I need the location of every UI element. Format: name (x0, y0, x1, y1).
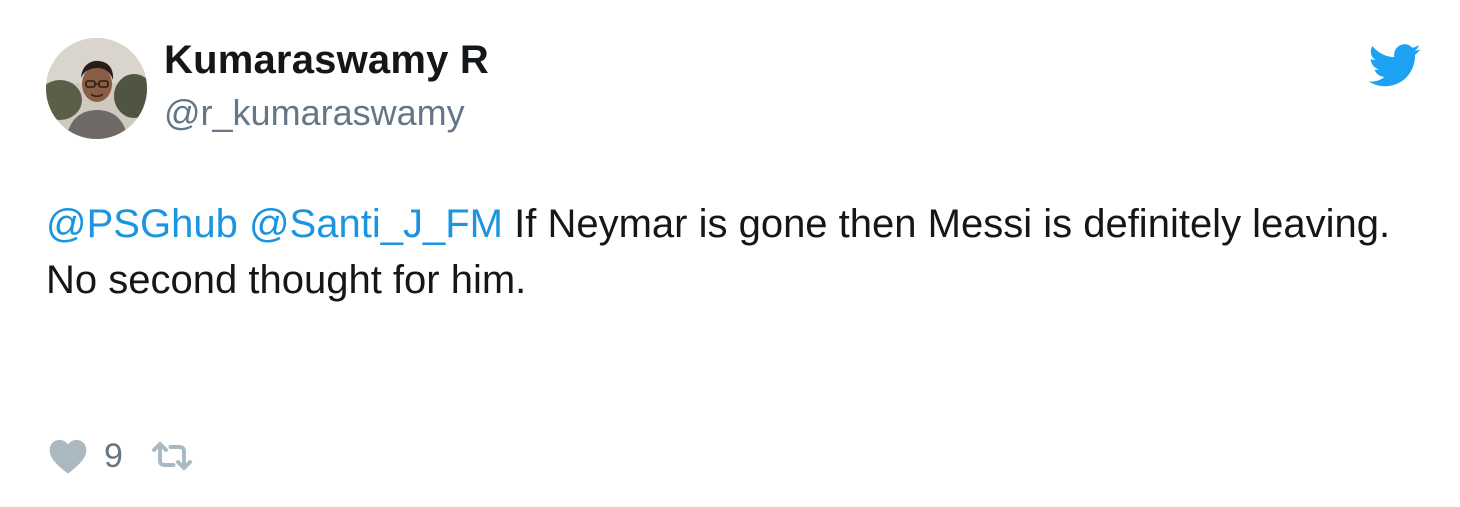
tweet-body: If Neymar is gone then Messi is definite… (46, 202, 1391, 302)
tweet-card: Kumaraswamy R @r_kumaraswamy @PSGhub @Sa… (0, 0, 1460, 507)
mention-link[interactable]: @PSGhub (46, 202, 238, 246)
avatar[interactable] (46, 38, 147, 139)
tweet-actions: 9 (48, 434, 193, 478)
mention-link[interactable]: @Santi_J_FM (249, 202, 503, 246)
like-count: 9 (104, 436, 123, 475)
author-handle[interactable]: @r_kumaraswamy (164, 92, 465, 134)
author-display-name[interactable]: Kumaraswamy R (164, 38, 489, 83)
twitter-bird-icon[interactable] (1368, 44, 1422, 88)
retweet-icon[interactable] (151, 440, 193, 472)
heart-icon[interactable] (48, 437, 88, 475)
tweet-text: @PSGhub @Santi_J_FM If Neymar is gone th… (46, 196, 1426, 308)
avatar-image (46, 38, 147, 139)
